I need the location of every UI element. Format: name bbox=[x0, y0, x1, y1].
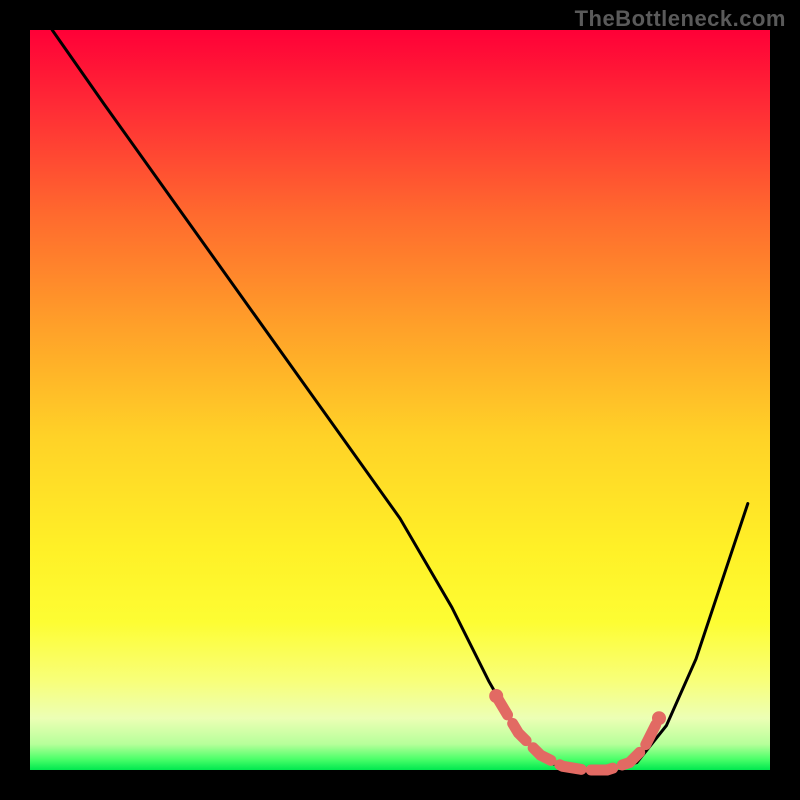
optimal-zone-endpoint bbox=[489, 689, 503, 703]
bottleneck-chart bbox=[0, 0, 800, 800]
gradient-background bbox=[30, 30, 770, 770]
optimal-zone-endpoint bbox=[652, 711, 666, 725]
watermark-text: TheBottleneck.com bbox=[575, 6, 786, 32]
